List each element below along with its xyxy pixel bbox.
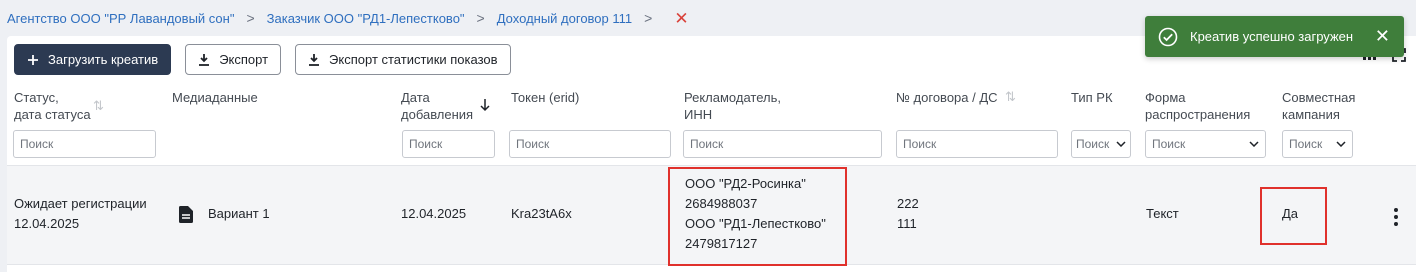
header-date-line1: Дата	[401, 90, 430, 105]
header-form: Форма распространения	[1145, 89, 1250, 123]
contract-cell: 222 111	[897, 194, 919, 234]
breadcrumb-customer[interactable]: Заказчик ООО "РД1-Лепестково"	[267, 11, 465, 26]
status-date: 12.04.2025	[14, 216, 80, 231]
export-label: Экспорт	[219, 52, 269, 67]
document-icon	[179, 205, 193, 223]
header-status-line1: Статус,	[14, 90, 59, 105]
more-actions-icon[interactable]	[1394, 208, 1398, 226]
download-icon	[198, 53, 210, 67]
header-form-line1: Форма	[1145, 90, 1186, 105]
date-added-cell: 12.04.2025	[401, 206, 467, 221]
plus-icon	[27, 54, 39, 66]
header-media-label: Медиаданные	[172, 90, 258, 105]
header-token-label: Токен (erid)	[511, 90, 580, 105]
close-icon[interactable]: ✕	[674, 10, 688, 27]
toast-message: Креатив успешно загружен	[1190, 29, 1354, 44]
breadcrumb-separator: >	[476, 10, 485, 26]
sort-icon[interactable]: ⇅	[93, 98, 104, 114]
header-date-added[interactable]: Дата добавления	[401, 89, 473, 123]
download-icon	[308, 53, 320, 67]
success-toast: Креатив успешно загружен ✕	[1145, 16, 1404, 57]
chevron-down-icon	[1336, 139, 1346, 150]
filter-placeholder: Поиск	[409, 137, 443, 151]
toolbar: Загрузить креатив Экспорт Экспорт статис…	[14, 44, 511, 76]
media-cell[interactable]: Вариант 1	[179, 204, 270, 224]
sort-icon[interactable]: ⇅	[1005, 89, 1016, 105]
filter-placeholder: Поиск	[903, 137, 937, 151]
header-media: Медиаданные	[172, 89, 258, 106]
export-stats-label: Экспорт статистики показов	[329, 52, 498, 67]
status-text: Ожидает регистрации	[14, 196, 147, 211]
filter-placeholder: Поиск	[20, 137, 54, 151]
status-cell: Ожидает регистрации 12.04.2025	[14, 194, 147, 234]
header-joint-line2: кампания	[1282, 107, 1340, 122]
breadcrumb-separator: >	[246, 10, 255, 26]
filter-placeholder: Поиск	[516, 137, 550, 151]
header-advertiser-line2: ИНН	[684, 107, 713, 122]
check-circle-icon	[1158, 27, 1178, 47]
export-stats-button[interactable]: Экспорт статистики показов	[295, 44, 511, 75]
form-filter-select[interactable]: Поиск	[1145, 130, 1266, 158]
header-joint-line1: Совместная	[1282, 90, 1356, 105]
media-name: Вариант 1	[208, 206, 270, 221]
header-status-line2: дата статуса	[14, 107, 91, 122]
upload-creative-button[interactable]: Загрузить креатив	[14, 44, 172, 75]
header-contract-label: № договора / ДС	[896, 90, 998, 105]
header-rk-type-label: Тип РК	[1071, 90, 1113, 105]
creatives-panel: Загрузить креатив Экспорт Экспорт статис…	[7, 36, 1416, 272]
toast-close-icon[interactable]: ✕	[1375, 26, 1390, 47]
token-cell: Kra23tA6x	[511, 206, 572, 221]
header-advertiser-line1: Рекламодатель,	[684, 90, 781, 105]
filter-placeholder: Поиск	[1152, 137, 1186, 151]
contract-number: 222	[897, 196, 919, 211]
breadcrumb-separator: >	[644, 10, 653, 26]
contract-filter-input[interactable]: Поиск	[896, 130, 1058, 158]
token-filter-input[interactable]: Поиск	[509, 130, 671, 158]
header-date-line2: добавления	[401, 107, 474, 122]
chevron-down-icon	[1116, 139, 1126, 150]
chevron-down-icon	[1249, 139, 1259, 150]
header-advertiser: Рекламодатель, ИНН	[684, 89, 781, 123]
header-status[interactable]: Статус, дата статуса	[14, 89, 91, 123]
contract-number: 111	[897, 216, 917, 231]
export-button[interactable]: Экспорт	[185, 44, 282, 75]
rk-type-filter-select[interactable]: Поиск	[1071, 130, 1131, 158]
sort-desc-icon[interactable]	[479, 98, 491, 115]
upload-creative-label: Загрузить креатив	[48, 52, 159, 67]
header-rk-type: Тип РК	[1071, 89, 1113, 106]
form-cell: Текст	[1146, 206, 1179, 221]
status-filter-input[interactable]: Поиск	[13, 130, 156, 158]
filter-placeholder: Поиск	[690, 137, 724, 151]
date-filter-input[interactable]: Поиск	[402, 130, 495, 158]
advertiser-filter-input[interactable]: Поиск	[683, 130, 882, 158]
filter-placeholder: Поиск	[1289, 137, 1323, 151]
breadcrumb-contract[interactable]: Доходный договор 111	[497, 11, 632, 26]
joint-filter-select[interactable]: Поиск	[1282, 130, 1353, 158]
filter-placeholder: Поиск	[1076, 137, 1110, 151]
header-joint: Совместная кампания	[1282, 89, 1355, 123]
header-token: Токен (erid)	[511, 89, 579, 106]
joint-highlight-box	[1260, 187, 1327, 245]
header-contract[interactable]: № договора / ДС	[896, 89, 998, 106]
advertiser-highlight-box	[668, 167, 847, 266]
breadcrumb-agency[interactable]: Агентство ООО "РР Лавандовый сон"	[7, 11, 234, 26]
header-form-line2: распространения	[1145, 107, 1251, 122]
